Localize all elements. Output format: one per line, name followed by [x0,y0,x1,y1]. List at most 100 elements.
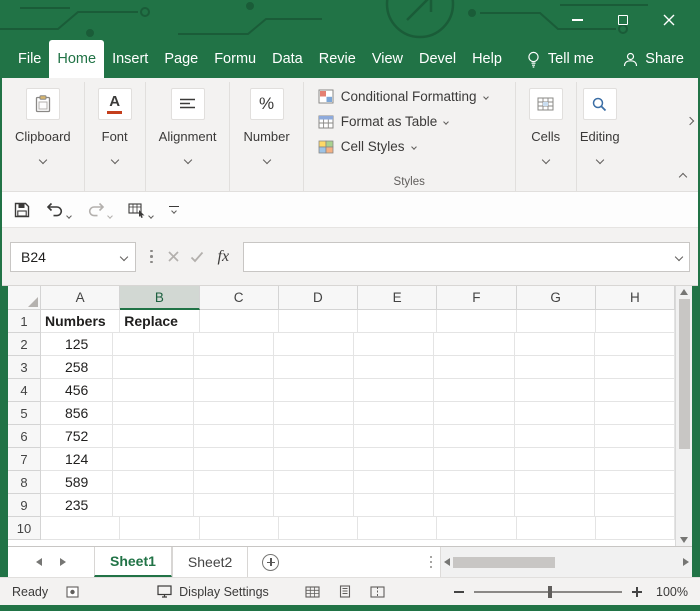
menu-tab-home[interactable]: Home [49,40,105,78]
ribbon-group-font[interactable]: A Font [85,82,146,191]
cell-F8[interactable] [434,471,515,494]
save-button[interactable] [14,202,30,218]
redo-button[interactable] [87,202,113,219]
cell-H2[interactable] [594,333,675,356]
cell-A7[interactable]: 124 [41,448,114,471]
row-header-6[interactable]: 6 [8,425,41,448]
cell-E9[interactable] [354,494,435,517]
column-header-E[interactable]: E [358,286,438,310]
column-header-G[interactable]: G [516,286,596,310]
paste-button[interactable] [25,88,60,120]
cell-B3[interactable] [113,356,194,379]
name-box[interactable]: B24 [10,241,136,272]
cell-A3[interactable]: 258 [41,356,114,379]
cell-H4[interactable] [594,379,675,402]
cell-C2[interactable] [193,333,274,356]
cell-G9[interactable] [514,494,595,517]
cell-A1[interactable]: Numbers [41,310,121,333]
cell-D5[interactable] [273,402,354,425]
cell-H9[interactable] [594,494,675,517]
horizontal-scrollbar[interactable] [440,547,692,577]
cell-C6[interactable] [193,425,274,448]
cell-B4[interactable] [113,379,194,402]
cell-G8[interactable] [514,471,595,494]
row-header-8[interactable]: 8 [8,471,41,494]
cell-D3[interactable] [273,356,354,379]
cell-D10[interactable] [278,517,358,540]
number-format-button[interactable]: % [249,88,284,120]
cell-F2[interactable] [434,333,515,356]
row-header-9[interactable]: 9 [8,494,41,517]
cancel-entry-button[interactable] [167,250,180,263]
cell-D7[interactable] [273,448,354,471]
scroll-up-icon[interactable] [680,289,688,295]
cell-G5[interactable] [514,402,595,425]
cell-F4[interactable] [434,379,515,402]
menu-tab-insert[interactable]: Insert [104,40,156,78]
cell-A6[interactable]: 752 [41,425,114,448]
row-header-2[interactable]: 2 [8,333,41,356]
macro-record-button[interactable] [66,585,79,598]
row-header-4[interactable]: 4 [8,379,41,402]
menu-tab-page-layout[interactable]: Page [156,40,206,78]
minimize-button[interactable] [554,0,600,40]
zoom-slider[interactable] [474,585,622,598]
insert-function-button[interactable]: fx [214,248,234,266]
cell-B6[interactable] [113,425,194,448]
new-sheet-button[interactable] [262,547,280,577]
cell-A9[interactable]: 235 [41,494,114,517]
cell-A2[interactable]: 125 [41,333,114,356]
cell-B10[interactable] [120,517,200,540]
cell-E1[interactable] [358,310,438,333]
cell-A4[interactable]: 456 [41,379,114,402]
cells-button[interactable] [528,88,563,120]
menu-tab-file[interactable]: File [10,40,49,78]
cell-C1[interactable] [199,310,279,333]
cell-H7[interactable] [594,448,675,471]
cell-D4[interactable] [273,379,354,402]
page-layout-view-button[interactable] [336,583,354,600]
cell-H8[interactable] [594,471,675,494]
cell-F7[interactable] [434,448,515,471]
cell-G10[interactable] [516,517,596,540]
cell-F3[interactable] [434,356,515,379]
cell-A5[interactable]: 856 [41,402,114,425]
ribbon-group-alignment[interactable]: Alignment [146,82,231,191]
ribbon-group-editing[interactable]: Editing [577,82,623,191]
editing-button[interactable] [582,88,617,120]
formula-bar-expand[interactable] [669,252,689,261]
cell-G6[interactable] [514,425,595,448]
cell-H1[interactable] [595,310,675,333]
sheet-tab-sheet1[interactable]: Sheet1 [94,547,172,577]
ribbon-group-cells[interactable]: Cells [516,82,577,191]
formula-input[interactable] [244,242,669,271]
undo-button[interactable] [46,202,72,219]
close-button[interactable] [646,0,692,40]
cell-A8[interactable]: 589 [41,471,114,494]
cell-D8[interactable] [273,471,354,494]
column-header-B[interactable]: B [120,286,200,310]
cell-H10[interactable] [595,517,675,540]
next-sheet-icon[interactable] [60,558,66,566]
cell-E6[interactable] [354,425,435,448]
cell-G3[interactable] [514,356,595,379]
column-header-F[interactable]: F [437,286,517,310]
cell-D1[interactable] [278,310,358,333]
row-header-1[interactable]: 1 [8,310,41,333]
sheetbar-resize-handle[interactable] [422,547,441,577]
conditional-formatting-button[interactable]: Conditional Formatting [316,84,503,109]
cell-G7[interactable] [514,448,595,471]
normal-view-button[interactable] [303,584,322,600]
cell-E4[interactable] [354,379,435,402]
column-header-H[interactable]: H [595,286,675,310]
cell-C3[interactable] [193,356,274,379]
tell-me-button[interactable]: Tell me [526,40,594,78]
scroll-left-icon[interactable] [444,558,450,566]
cell-C7[interactable] [193,448,274,471]
menu-tab-data[interactable]: Data [264,40,311,78]
horizontal-scroll-track[interactable] [453,547,680,577]
share-button[interactable]: Share [623,40,684,78]
select-all-corner[interactable] [8,286,41,310]
cell-B2[interactable] [113,333,194,356]
enter-entry-button[interactable] [190,251,204,263]
